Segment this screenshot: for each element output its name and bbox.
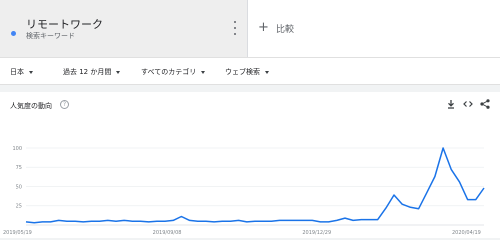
category-filter-label: すべてのカテゴリ: [141, 68, 197, 76]
time-range-filter[interactable]: 過去 12 か月間: [63, 65, 121, 79]
series-color-dot: [11, 31, 16, 36]
search-term-header: リモートワーク 検索キーワード + 比較: [0, 0, 500, 57]
x-tick-label: 2019/09/08: [153, 230, 182, 236]
plus-icon: +: [258, 20, 269, 35]
chevron-down-icon: [201, 70, 206, 74]
region-filter[interactable]: 日本: [10, 65, 33, 79]
search-type-filter[interactable]: ウェブ検索: [225, 65, 269, 79]
x-tick-label: 2019/05/19: [3, 230, 32, 236]
search-term-card[interactable]: リモートワーク 検索キーワード: [0, 0, 248, 57]
chevron-down-icon: [116, 70, 121, 74]
x-tick-label: 2020/04/19: [452, 230, 481, 236]
compare-button[interactable]: + 比較: [258, 20, 294, 36]
more-vert-icon[interactable]: [232, 21, 238, 35]
interest-line-chart: 100 75 50 25 2019/05/19 2019/09/08 2019/12/29 2…: [3, 146, 485, 236]
region-filter-label: 日本: [10, 68, 24, 76]
interest-over-time-card: 人気度の動向 ? 100 75 50 25 2019/05/19 2019/09/08 20…: [0, 92, 500, 238]
y-tick-label: 50: [16, 184, 22, 190]
series-line: [25, 147, 485, 224]
chevron-down-icon: [29, 70, 33, 74]
compare-label: 比較: [276, 24, 295, 35]
search-term-subtitle: 検索キーワード: [26, 32, 75, 40]
time-range-filter-label: 過去 12 か月間: [63, 68, 112, 76]
y-tick-label: 25: [16, 204, 22, 210]
search-type-filter-label: ウェブ検索: [225, 68, 260, 76]
search-term-title: リモートワーク: [26, 18, 103, 31]
category-filter[interactable]: すべてのカテゴリ: [141, 65, 206, 79]
x-tick-label: 2019/12/29: [302, 230, 331, 236]
chevron-down-icon: [265, 70, 269, 74]
y-tick-label: 100: [12, 146, 22, 152]
filter-bar: 日本 過去 12 か月間 すべてのカテゴリ ウェブ検索: [0, 57, 500, 85]
y-tick-label: 75: [16, 165, 22, 171]
